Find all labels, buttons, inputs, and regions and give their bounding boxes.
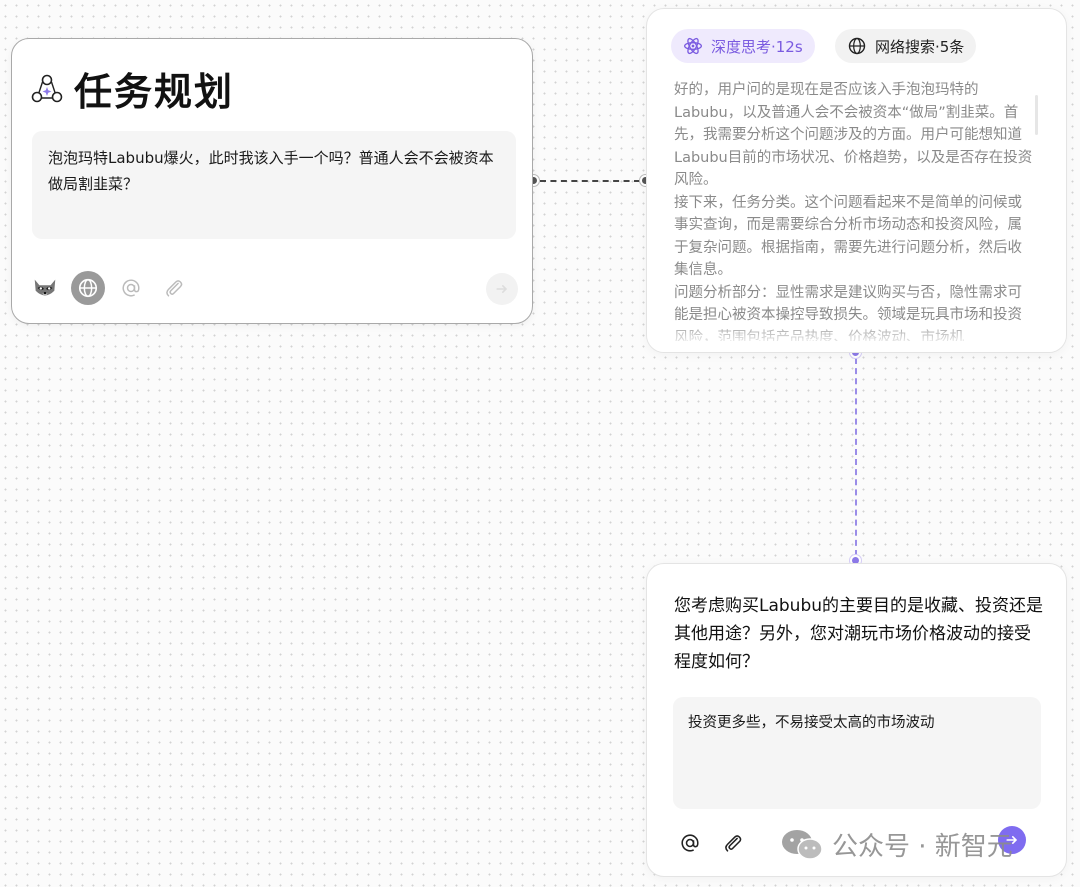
task-toolbar (28, 271, 200, 305)
web-search-pill[interactable]: 网络搜索·5条 (835, 29, 976, 63)
answer-input[interactable]: 投资更多些，不易接受太高的市场波动 (673, 697, 1041, 809)
deep-thinking-label: 深度思考·12s (711, 36, 803, 57)
task-question-input[interactable]: 泡泡玛特Labubu爆火，此时我该入手一个吗？普通人会不会被资本做局割韭菜？ (32, 131, 516, 239)
watermark-text: 公众号 · 新智元 (832, 826, 1013, 863)
wechat-logo-icon (780, 827, 824, 863)
watermark: 公众号 · 新智元 (780, 826, 1013, 863)
raccoon-avatar-icon[interactable] (28, 271, 62, 305)
task-planning-card[interactable]: 任务规划 泡泡玛特Labubu爆火，此时我该入手一个吗？普通人会不会被资本做局割… (11, 38, 533, 324)
reasoning-paragraph: 接下来，任务分类。这个问题看起来不是简单的问候或事实查询，而是需要综合分析市场动… (674, 192, 1036, 282)
connector-line-vertical (855, 358, 857, 556)
send-arrow-icon (494, 281, 510, 297)
paperclip-icon[interactable] (157, 271, 191, 305)
reasoning-text: 好的，用户问的是现在是否应该入手泡泡玛特的Labubu，以及普通人会不会被资本“… (674, 79, 1036, 341)
reasoning-fade-overlay (647, 320, 1066, 352)
paperclip-icon[interactable] (716, 826, 750, 860)
globe-icon (847, 36, 867, 56)
follow-up-toolbar (673, 826, 759, 860)
task-title: 任务规划 (74, 61, 234, 116)
deep-thinking-pill[interactable]: 深度思考·12s (671, 29, 815, 63)
reasoning-card[interactable]: 深度思考·12s 网络搜索·5条 好的，用户问的是现在是否应该入手泡泡玛特的La… (646, 8, 1067, 353)
reasoning-paragraph: 好的，用户问的是现在是否应该入手泡泡玛特的Labubu，以及普通人会不会被资本“… (674, 79, 1036, 192)
atom-icon (683, 36, 703, 56)
send-button[interactable] (486, 273, 518, 305)
reasoning-scrollbar[interactable] (1035, 95, 1038, 135)
task-planning-icon (30, 72, 64, 106)
web-search-label: 网络搜索·5条 (875, 36, 964, 57)
globe-icon[interactable] (71, 271, 105, 305)
task-header: 任务规划 (30, 61, 234, 116)
follow-up-question: 您考虑购买Labubu的主要目的是收藏、投资还是其他用途？另外，您对潮玩市场价格… (674, 592, 1046, 676)
at-icon[interactable] (673, 826, 707, 860)
connector-line-horizontal (540, 180, 640, 182)
at-icon[interactable] (114, 271, 148, 305)
